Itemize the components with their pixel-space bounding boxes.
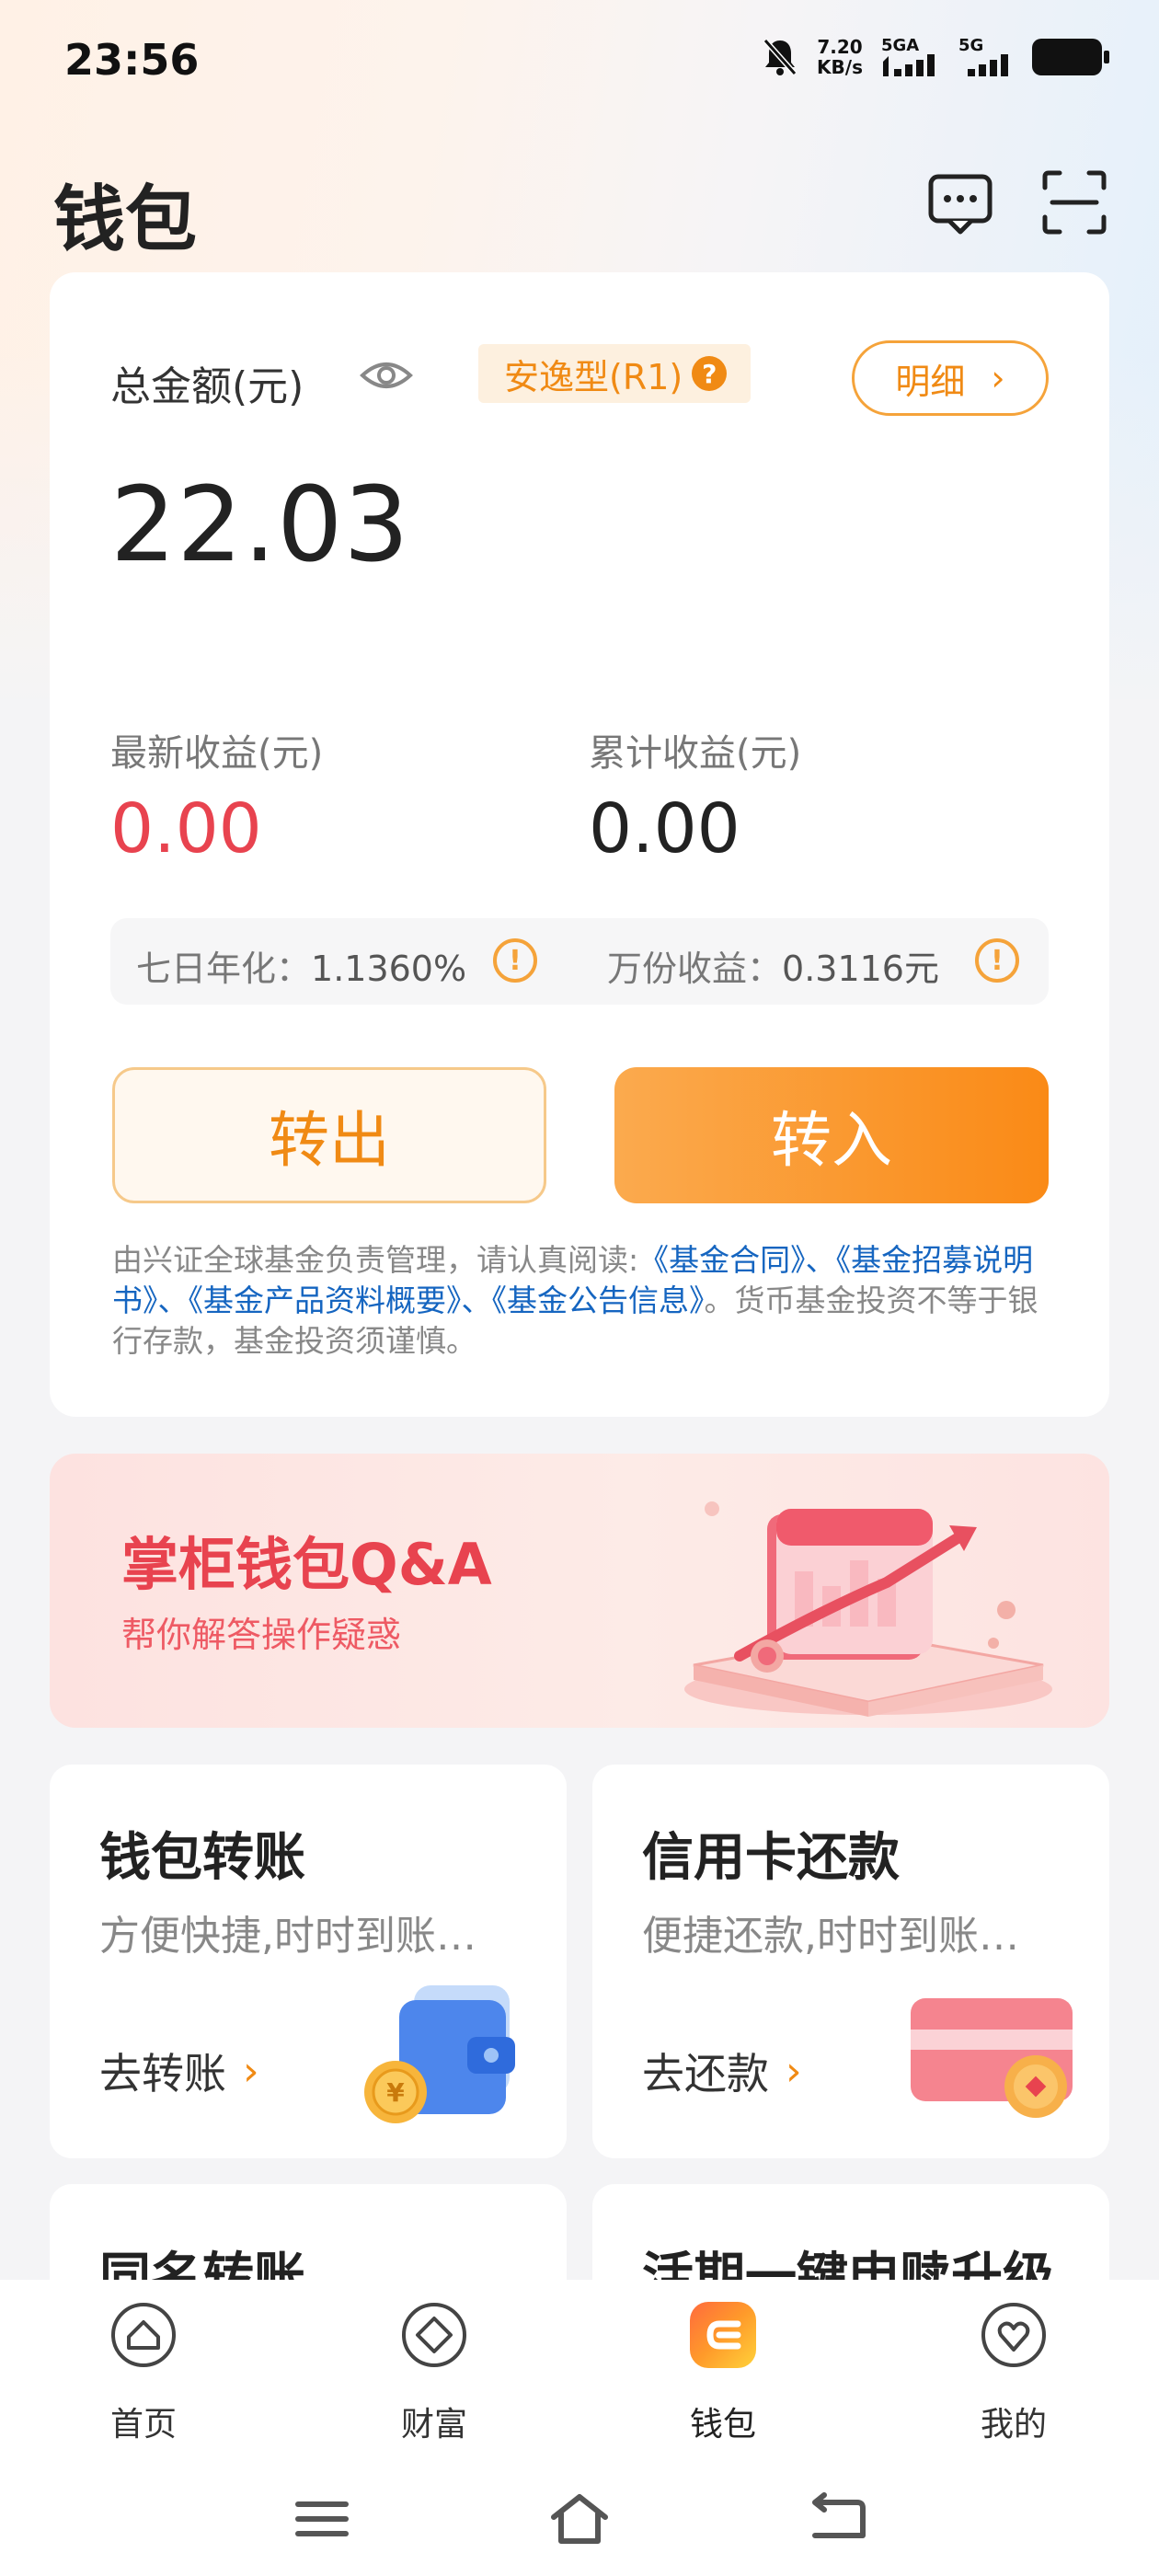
latest-earnings-label: 最新收益(元) (110, 732, 324, 775)
home-button-icon[interactable] (550, 2490, 609, 2548)
fund-summary-link[interactable]: 《基金产品资料概要》 (189, 1282, 462, 1318)
page-title: 钱包 (53, 178, 198, 261)
chevron-right-icon: › (991, 358, 1005, 398)
per-10k-earnings-label: 万份收益： (607, 949, 783, 989)
bottom-nav: 首页 财富 钱包 我的 (0, 2280, 1159, 2464)
mute-bell-icon (763, 39, 798, 75)
nav-item-profile[interactable]: 我的 (940, 2300, 1087, 2444)
nav-item-home[interactable]: 首页 (70, 2300, 217, 2444)
total-amount-label: 总金额(元) (110, 363, 304, 410)
status-icons: 7.20 KB/s 5GA 5G (762, 37, 1109, 77)
system-navigation-bar (0, 2464, 1159, 2576)
svg-text:¥: ¥ (386, 2077, 405, 2108)
go-transfer-label: 去转账 (99, 2049, 226, 2099)
chevron-right-icon: › (243, 2047, 259, 2095)
transfer-in-button[interactable]: 转入 (614, 1067, 1049, 1203)
chevron-right-icon: › (786, 2047, 802, 2095)
nav-item-wallet[interactable]: 钱包 (649, 2300, 797, 2444)
disclaimer-prefix: 由兴证全球基金负责管理，请认真阅读: (112, 1242, 639, 1278)
risk-level-tag[interactable]: 安逸型(R1) ? (478, 344, 752, 403)
tile-title: 信用卡还款 (642, 1828, 900, 1888)
signal-sim2: 5G (958, 38, 1014, 76)
scan-icon[interactable] (1039, 167, 1109, 237)
message-icon[interactable] (925, 167, 995, 237)
net-speed-unit: KB/s (817, 56, 863, 78)
signal-bars-icon (968, 54, 1008, 76)
calendar-chart-illustration (684, 1501, 1052, 1717)
home-icon (111, 2303, 176, 2367)
battery-icon (1032, 39, 1109, 75)
wallet-transfer-tile[interactable]: 钱包转账 方便快捷,时时到账… 去转账 › ¥ (50, 1765, 567, 2158)
seven-day-yield: 七日年化：1.1360% (136, 940, 466, 991)
net-speed-value: 7.20 (817, 36, 863, 58)
net-speed: 7.20 KB/s (817, 37, 863, 77)
fund-disclaimer: 由兴证全球基金负责管理，请认真阅读:《基金合同》、《基金招募说明书》、《基金产品… (112, 1240, 1050, 1362)
nav-label: 我的 (980, 2406, 1047, 2444)
fund-notice-link[interactable]: 《基金公告信息》 (492, 1282, 705, 1318)
status-time: 23:56 (64, 35, 200, 85)
cumulative-earnings-value: 0.00 (589, 789, 740, 868)
tile-title: 钱包转账 (99, 1828, 305, 1888)
menu-icon[interactable] (293, 2490, 351, 2548)
yield-info-box: 七日年化：1.1360% ! 万份收益：0.3116元 ! (110, 918, 1049, 1005)
go-transfer-link[interactable]: 去转账 › (99, 2041, 259, 2101)
back-icon[interactable] (808, 2490, 866, 2548)
status-bar: 23:56 7.20 KB/s 5GA 5G (0, 0, 1159, 129)
wallet-icon (690, 2302, 756, 2368)
nav-label: 财富 (400, 2406, 467, 2444)
help-icon: ? (692, 356, 728, 391)
separator: 、 (157, 1282, 189, 1318)
detail-label: 明细 (895, 361, 966, 402)
info-warning-icon[interactable]: ! (493, 938, 537, 983)
signal-bars-icon (883, 54, 935, 76)
separator: 、 (461, 1282, 492, 1318)
qa-banner-title: 掌柜钱包Q&A (121, 1531, 492, 1598)
signal-sim1: 5GA (881, 38, 940, 76)
go-repay-label: 去还款 (642, 2049, 769, 2099)
info-warning-icon[interactable]: ! (975, 938, 1019, 983)
per-10k-earnings: 万份收益：0.3116元 (607, 940, 939, 991)
total-amount-value: 22.03 (110, 466, 410, 585)
separator: 、 (805, 1242, 836, 1278)
qa-banner[interactable]: 掌柜钱包Q&A 帮你解答操作疑惑 (50, 1454, 1109, 1728)
fund-contract-link[interactable]: 《基金合同》 (638, 1242, 806, 1278)
sim2-label: 5G (958, 36, 984, 55)
risk-level-label: 安逸型(R1) (504, 356, 683, 397)
nav-label: 钱包 (689, 2406, 756, 2444)
seven-day-yield-label: 七日年化： (136, 949, 312, 989)
per-10k-earnings-value: 0.3116元 (782, 949, 939, 989)
latest-earnings-value: 0.00 (110, 789, 262, 868)
nav-item-wealth[interactable]: 财富 (361, 2300, 508, 2444)
wealth-icon (402, 2303, 466, 2367)
go-repay-link[interactable]: 去还款 › (642, 2041, 802, 2101)
detail-button[interactable]: 明细 › (852, 340, 1049, 416)
balance-card: 总金额(元) 安逸型(R1) ? 明细 › 22.03 最新收益(元) 0.00… (50, 272, 1109, 1417)
transfer-out-button[interactable]: 转出 (112, 1067, 546, 1203)
sim1-label: 5GA (881, 36, 920, 55)
credit-card-illustration (911, 1998, 1073, 2118)
wallet-coin-illustration: ¥ (364, 1985, 515, 2123)
cumulative-earnings-label: 累计收益(元) (589, 732, 802, 775)
seven-day-yield-value: 1.1360% (311, 949, 467, 989)
eye-icon[interactable] (359, 350, 414, 401)
profile-icon (981, 2303, 1046, 2367)
credit-card-repayment-tile[interactable]: 信用卡还款 便捷还款,时时到账… 去还款 › (592, 1765, 1109, 2158)
nav-label: 首页 (109, 2406, 177, 2444)
qa-banner-subtitle: 帮你解答操作疑惑 (121, 1615, 402, 1655)
